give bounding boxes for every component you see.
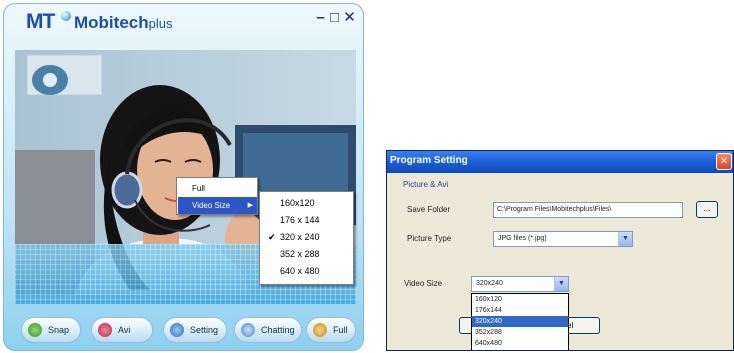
size-option-label: 176 x 144: [280, 215, 320, 225]
check-icon: ✔: [268, 232, 276, 242]
video-size-dropdown-list: 160x120 176x144 320x240 352x288 640x480: [471, 293, 569, 350]
size-option-176x144[interactable]: 176 x 144: [262, 212, 352, 229]
video-size-option[interactable]: 176x144: [472, 305, 568, 316]
video-size-value: 320x240: [476, 280, 503, 287]
dialog-title: Program Setting: [390, 155, 468, 166]
brand-name-plus: plus: [148, 16, 173, 31]
chevron-down-icon[interactable]: ▼: [618, 232, 632, 246]
full-button-label: Full: [333, 325, 348, 335]
save-folder-label: Save Folder: [407, 205, 451, 214]
video-size-label: Video Size: [404, 279, 443, 288]
video-size-select[interactable]: 320x240 ▼: [471, 276, 569, 292]
setting-button[interactable]: Setting: [163, 317, 227, 343]
dialog-close-button[interactable]: ✕: [716, 153, 732, 170]
size-option-320x240[interactable]: ✔ 320 x 240: [262, 229, 352, 246]
camera-icon: [28, 323, 42, 337]
size-option-160x120[interactable]: 160x120: [262, 195, 352, 212]
menu-item-video-size[interactable]: Video Size ▶: [178, 197, 257, 214]
video-size-option-selected[interactable]: 320x240: [472, 316, 568, 327]
bottom-toolbar: Snap Avi Setting Chatting Full: [4, 312, 363, 350]
picture-type-value: JPG files (*.jpg): [498, 235, 547, 242]
size-option-640x480[interactable]: 640 x 480: [262, 263, 352, 280]
chatting-button[interactable]: Chatting: [234, 317, 302, 343]
webcam-app-window: MT Mobitechplus – □ ✕ Full Video Size ▶ …: [3, 3, 364, 351]
video-size-submenu: 160x120 176 x 144 ✔ 320 x 240 352 x 288 6…: [259, 191, 354, 285]
fullscreen-icon: [313, 323, 327, 337]
dialog-titlebar[interactable]: Program Setting ✕: [387, 151, 733, 173]
size-option-label: 320 x 240: [280, 232, 320, 242]
picture-type-select[interactable]: JPG files (*.jpg) ▼: [493, 231, 633, 247]
brand-name-main: Mobitech: [74, 13, 149, 32]
menu-item-video-size-label: Video Size: [192, 201, 231, 210]
setting-button-label: Setting: [190, 325, 219, 335]
video-size-option[interactable]: 160x120: [472, 294, 568, 305]
submenu-arrow-icon: ▶: [247, 202, 253, 209]
browse-button[interactable]: ...: [696, 201, 718, 218]
record-icon: [98, 323, 112, 337]
program-setting-dialog: Program Setting ✕ Picture & Avi Save Fol…: [386, 150, 734, 351]
minimize-button[interactable]: –: [314, 10, 327, 26]
gear-icon: [170, 323, 184, 337]
size-option-label: 640 x 480: [280, 266, 320, 276]
picture-avi-group: Picture & Avi: [399, 178, 729, 268]
close-button[interactable]: ✕: [343, 10, 356, 26]
app-titlebar[interactable]: MT Mobitechplus – □ ✕: [4, 4, 363, 40]
avi-button-label: Avi: [118, 325, 131, 335]
size-option-352x288[interactable]: 352 x 288: [262, 246, 352, 263]
avi-button[interactable]: Avi: [91, 317, 153, 343]
menu-item-full[interactable]: Full: [178, 180, 257, 197]
video-context-menu: Full Video Size ▶: [176, 177, 258, 215]
brand-logo-dot-icon: [61, 11, 71, 21]
cancel-button[interactable]: el: [567, 317, 600, 334]
maximize-button[interactable]: □: [328, 10, 341, 26]
video-size-option[interactable]: 352x288: [472, 327, 568, 338]
chatting-button-label: Chatting: [261, 325, 295, 335]
brand-logo-mt: MT: [26, 10, 55, 33]
size-option-label: 160x120: [280, 198, 315, 208]
full-button[interactable]: Full: [306, 317, 356, 343]
group-label: Picture & Avi: [403, 180, 449, 189]
chat-icon: [241, 323, 255, 337]
video-size-option[interactable]: 640x480: [472, 338, 568, 349]
snap-button-label: Snap: [48, 325, 70, 335]
size-option-label: 352 x 288: [280, 249, 320, 259]
snap-button[interactable]: Snap: [21, 317, 81, 343]
picture-type-label: Picture Type: [407, 234, 452, 243]
brand-name: Mobitechplus: [74, 13, 172, 33]
save-folder-input[interactable]: C:\Program Files\Mobitechplus\Files\: [493, 202, 683, 218]
chevron-down-icon[interactable]: ▼: [554, 277, 568, 291]
